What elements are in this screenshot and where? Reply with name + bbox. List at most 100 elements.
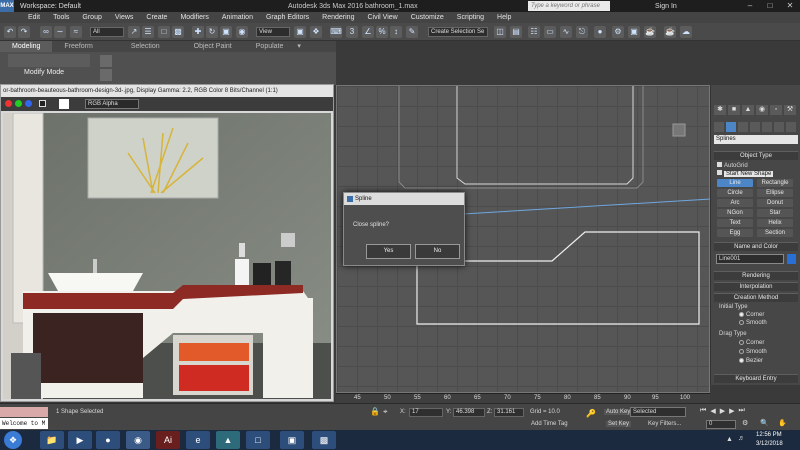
angle-snap-icon[interactable]: ∠ (362, 26, 374, 38)
bind-space-warp-icon[interactable]: ≈ (70, 26, 82, 38)
start-button-icon[interactable]: ❖ (4, 431, 22, 449)
drag-corner-radio[interactable]: Corner (739, 340, 764, 346)
key-mode-dropdown[interactable]: Selected (630, 407, 686, 417)
render-iterative-icon[interactable]: ☕ (664, 26, 676, 38)
next-frame-icon[interactable]: ▶ (729, 407, 734, 415)
y-coord-field[interactable]: 46.398 (453, 408, 485, 417)
circle-button[interactable]: Circle (717, 189, 753, 197)
pivot-icon[interactable]: ▣ (294, 26, 306, 38)
menu-tools[interactable]: Tools (53, 14, 69, 21)
shapes-icon[interactable] (726, 122, 736, 132)
rollout-name-and-color[interactable]: Name and Color (714, 242, 798, 251)
workspace-selector[interactable]: Workspace: Default (20, 3, 81, 10)
menu-animation[interactable]: Animation (222, 14, 253, 21)
ribbon-tab-freeform[interactable]: Freeform (52, 41, 104, 52)
menu-group[interactable]: Group (82, 14, 101, 21)
ribbon-options-icon[interactable]: ▾ (295, 41, 303, 52)
no-button[interactable]: No (415, 244, 460, 259)
app-taskbar-icon[interactable]: ▣ (280, 431, 304, 449)
3dsmax-taskbar-icon[interactable]: ▲ (216, 431, 240, 449)
close-icon[interactable]: ✕ (780, 0, 800, 12)
clock-date[interactable]: 3/12/2018 (756, 441, 783, 447)
object-color-swatch[interactable] (787, 254, 796, 264)
scale-icon[interactable]: ▣ (220, 26, 232, 38)
ribbon-tab-selection[interactable]: Selection (119, 41, 172, 52)
section-button[interactable]: Section (757, 229, 793, 237)
display-tab-icon[interactable]: ▫ (770, 105, 782, 115)
chrome-icon[interactable]: ◉ (126, 431, 150, 449)
pan-icon[interactable]: ✋ (778, 419, 787, 427)
time-config-icon[interactable]: ⚙ (742, 419, 748, 427)
illustrator-icon[interactable]: Ai (156, 431, 180, 449)
modify-tab-icon[interactable]: ■ (728, 105, 740, 115)
helpers-icon[interactable] (762, 122, 772, 132)
maximize-icon[interactable]: □ (760, 0, 780, 12)
toggle-ribbon-icon[interactable]: ▭ (544, 26, 556, 38)
menu-edit[interactable]: Edit (28, 14, 40, 21)
green-channel-icon[interactable] (15, 100, 22, 107)
render-setup-icon[interactable]: ⚙ (612, 26, 624, 38)
ribbon-small-icon[interactable] (100, 55, 112, 67)
render-production-icon[interactable]: ☕ (644, 26, 656, 38)
timeline-ruler[interactable]: 45 50 55 60 65 70 75 80 85 90 95 100 (336, 393, 710, 403)
z-coord-field[interactable]: 31.161 (494, 408, 524, 417)
rendered-frame-window-icon[interactable]: ▣ (628, 26, 640, 38)
systems-icon[interactable] (786, 122, 796, 132)
red-channel-icon[interactable] (5, 100, 12, 107)
donut-button[interactable]: Donut (757, 199, 793, 207)
zoom-icon[interactable]: 🔍 (760, 419, 769, 427)
select-by-name-icon[interactable]: ☰ (142, 26, 154, 38)
key-filters-button[interactable]: Key Filters... (648, 421, 681, 427)
menu-modifiers[interactable]: Modifiers (180, 14, 208, 21)
helix-button[interactable]: Helix (757, 219, 793, 227)
yes-button[interactable]: Yes (366, 244, 411, 259)
search-input[interactable]: Type a keyword or phrase (528, 1, 610, 11)
sign-in-link[interactable]: Sign In (655, 3, 677, 10)
selection-filter-dropdown[interactable]: All (90, 27, 124, 37)
absolute-mode-icon[interactable]: ⌖ (383, 407, 388, 417)
curve-editor-icon[interactable]: ∿ (560, 26, 572, 38)
image-viewer-window[interactable]: or-bathroom-beauteous-bathroom-design-3d… (0, 84, 334, 402)
rollout-interpolation[interactable]: Interpolation (714, 282, 798, 291)
rollout-object-type[interactable]: Object Type (714, 151, 798, 160)
menu-graph-editors[interactable]: Graph Editors (266, 14, 309, 21)
volume-icon[interactable]: ♬ (738, 435, 745, 442)
rotate-icon[interactable]: ↻ (206, 26, 218, 38)
menu-views[interactable]: Views (115, 14, 134, 21)
lights-icon[interactable] (738, 122, 748, 132)
named-selection-dropdown[interactable]: Create Selection Se (428, 27, 488, 37)
initial-corner-radio[interactable]: Corner (739, 312, 764, 318)
line-button[interactable]: Line (717, 179, 753, 187)
alpha-channel-icon[interactable] (39, 100, 46, 107)
geometry-icon[interactable] (714, 122, 724, 132)
go-to-end-icon[interactable]: ⏭ (738, 407, 744, 415)
ellipse-button[interactable]: Ellipse (757, 189, 793, 197)
material-editor-icon[interactable]: ● (594, 26, 606, 38)
ribbon-small-icon[interactable] (100, 69, 112, 81)
star-button[interactable]: Star (757, 209, 793, 217)
previous-frame-icon[interactable]: ◀ (710, 407, 715, 415)
ribbon-tab-populate[interactable]: Populate (244, 41, 296, 52)
redo-icon[interactable]: ↷ (18, 26, 30, 38)
explorer-icon[interactable]: 📁 (40, 431, 64, 449)
menu-scripting[interactable]: Scripting (457, 14, 484, 21)
x-coord-field[interactable]: 17 (409, 408, 443, 417)
menu-help[interactable]: Help (497, 14, 511, 21)
window-crossing-icon[interactable]: ▩ (172, 26, 184, 38)
internet-explorer-icon[interactable]: e (186, 431, 210, 449)
schematic-view-icon[interactable]: ⎋ (576, 26, 588, 38)
motion-tab-icon[interactable]: ◉ (756, 105, 768, 115)
autogrid-checkbox[interactable]: AutoGrid (717, 162, 748, 169)
link-icon[interactable]: ∞ (40, 26, 52, 38)
keyboard-shortcut-icon[interactable]: ⌨ (330, 26, 342, 38)
maxscript-listener-top[interactable] (0, 407, 48, 417)
place-icon[interactable]: ◉ (236, 26, 248, 38)
ribbon-tab-modeling[interactable]: Modeling (0, 41, 53, 52)
ribbon-tab-object-paint[interactable]: Object Paint (182, 41, 244, 52)
rectangle-selection-icon[interactable]: □ (158, 26, 170, 38)
select-manipulate-icon[interactable]: ❖ (310, 26, 322, 38)
menu-civil-view[interactable]: Civil View (367, 14, 397, 21)
firefox-icon[interactable]: ● (96, 431, 120, 449)
cameras-icon[interactable] (750, 122, 760, 132)
rectangle-button[interactable]: Rectangle (757, 179, 793, 187)
